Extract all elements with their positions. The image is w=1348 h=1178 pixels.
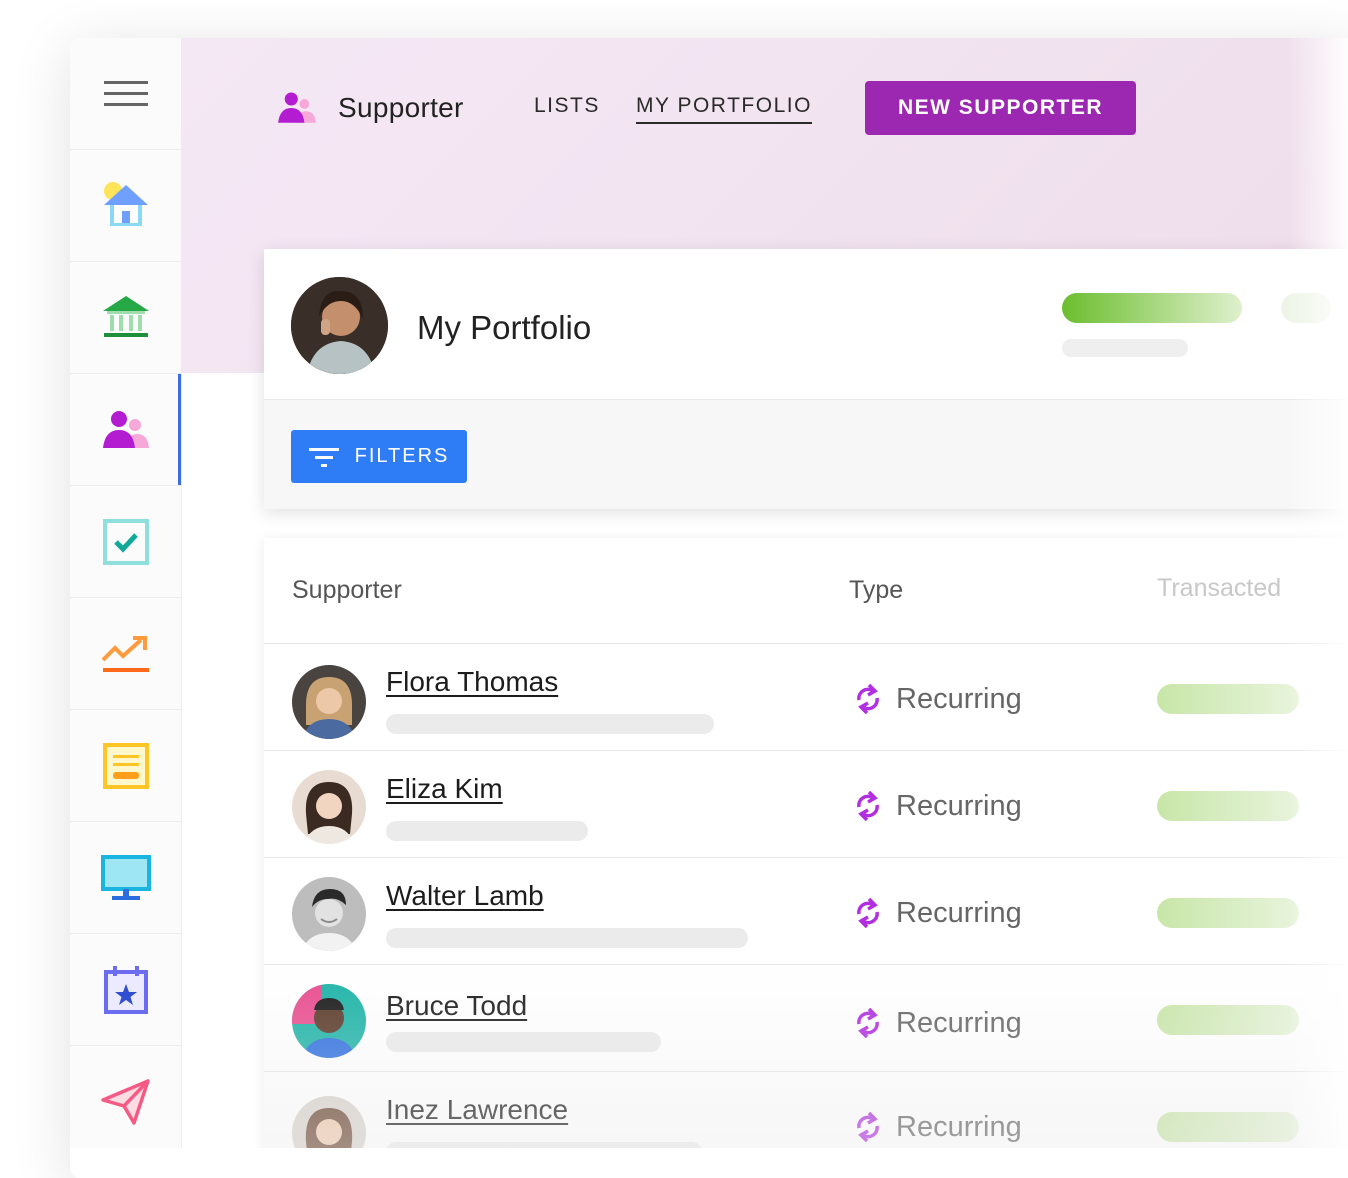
trending-up-icon [101,635,149,672]
recurring-icon [857,683,879,715]
supporter-name-link[interactable]: Inez Lawrence [386,1094,568,1126]
sidebar-item-messages[interactable] [70,1046,181,1148]
table-row[interactable]: Bruce Todd Recurring [264,964,1348,1072]
type-label: Recurring [896,1110,1022,1143]
type-cell: Recurring [854,1110,1022,1144]
filters-button[interactable]: FILTERS [291,430,467,483]
placeholder-text [386,714,714,734]
portfolio-card: My Portfolio FILTERS [264,249,1348,509]
transacted-bar [1157,791,1299,821]
progress-bar-secondary [1281,293,1331,323]
portfolio-header: My Portfolio [264,249,1348,400]
user-photo-icon [291,277,388,374]
avatar [291,277,388,374]
people-icon [102,410,149,448]
table-row[interactable]: Inez Lawrence Recurring [264,1071,1348,1148]
send-icon [100,1078,150,1125]
transacted-bar [1157,1112,1299,1142]
progress-bar [1062,293,1242,323]
brand-title: Supporter [338,92,464,123]
table-row[interactable]: Flora Thomas Recurring [264,643,1348,751]
supporter-name-link[interactable]: Flora Thomas [386,666,558,698]
table-row[interactable]: Eliza Kim Recurring [264,750,1348,858]
placeholder-text [386,1142,702,1148]
tab-my-portfolio[interactable]: MY PORTFOLIO [636,94,812,124]
placeholder-text [386,1032,661,1052]
avatar [292,770,366,844]
sidebar-item-supporters[interactable] [70,374,181,486]
placeholder-text [1062,339,1188,357]
recurring-icon [857,1007,879,1039]
recurring-icon [857,897,879,929]
type-cell: Recurring [854,1006,1022,1040]
document-icon [102,742,149,789]
menu-icon [103,80,148,106]
type-cell: Recurring [854,682,1022,716]
type-label: Recurring [896,896,1022,929]
recurring-icon [857,1111,879,1143]
user-photo-icon [292,770,366,844]
column-header-type[interactable]: Type [849,576,903,605]
type-cell: Recurring [854,789,1022,823]
page-title: My Portfolio [417,309,592,346]
brand: Supporter [276,90,464,126]
sidebar-item-monitor[interactable] [70,822,181,934]
supporter-name-link[interactable]: Eliza Kim [386,773,503,805]
monitor-icon [100,854,151,900]
supporter-name-link[interactable]: Walter Lamb [386,880,544,912]
calendar-star-icon [103,965,148,1014]
type-cell: Recurring [854,896,1022,930]
sidebar-item-documents[interactable] [70,710,181,822]
main-area: Supporter LISTS MY PORTFOLIO NEW SUPPORT… [182,38,1348,1148]
new-supporter-button[interactable]: NEW SUPPORTER [865,81,1136,135]
transacted-bar [1157,898,1299,928]
sidebar-item-menu[interactable] [70,38,181,150]
user-photo-icon [292,665,366,739]
supporter-logo-icon [278,92,316,123]
sidebar [70,38,182,1148]
type-label: Recurring [896,682,1022,715]
filters-bar: FILTERS [264,400,1348,509]
tab-lists[interactable]: LISTS [534,94,600,118]
placeholder-text [386,821,588,841]
supporter-name-link[interactable]: Bruce Todd [386,990,527,1022]
user-photo-icon [292,984,366,1058]
sidebar-item-events[interactable] [70,934,181,1046]
sidebar-item-tasks[interactable] [70,486,181,598]
type-label: Recurring [896,1006,1022,1039]
avatar [292,984,366,1058]
user-photo-icon [292,1096,366,1148]
type-label: Recurring [896,789,1022,822]
column-header-transacted[interactable]: Transacted [1157,574,1281,603]
supporters-table: Supporter Type Transacted Flora Thomas R… [264,538,1348,1148]
filters-label: FILTERS [354,445,450,467]
user-photo-icon [292,877,366,951]
transacted-bar [1157,1005,1299,1035]
table-row[interactable]: Walter Lamb Recurring [264,857,1348,965]
avatar [292,877,366,951]
column-header-supporter[interactable]: Supporter [292,576,402,605]
home-icon [103,181,148,226]
recurring-icon [857,790,879,822]
avatar [292,1096,366,1148]
sidebar-item-bank[interactable] [70,262,181,374]
placeholder-text [386,928,748,948]
sidebar-item-reports[interactable] [70,598,181,710]
bank-icon [102,295,149,337]
transacted-bar [1157,684,1299,714]
filter-icon [308,447,339,467]
sidebar-item-home[interactable] [70,150,181,262]
avatar [292,665,366,739]
checkbox-icon [102,518,149,565]
